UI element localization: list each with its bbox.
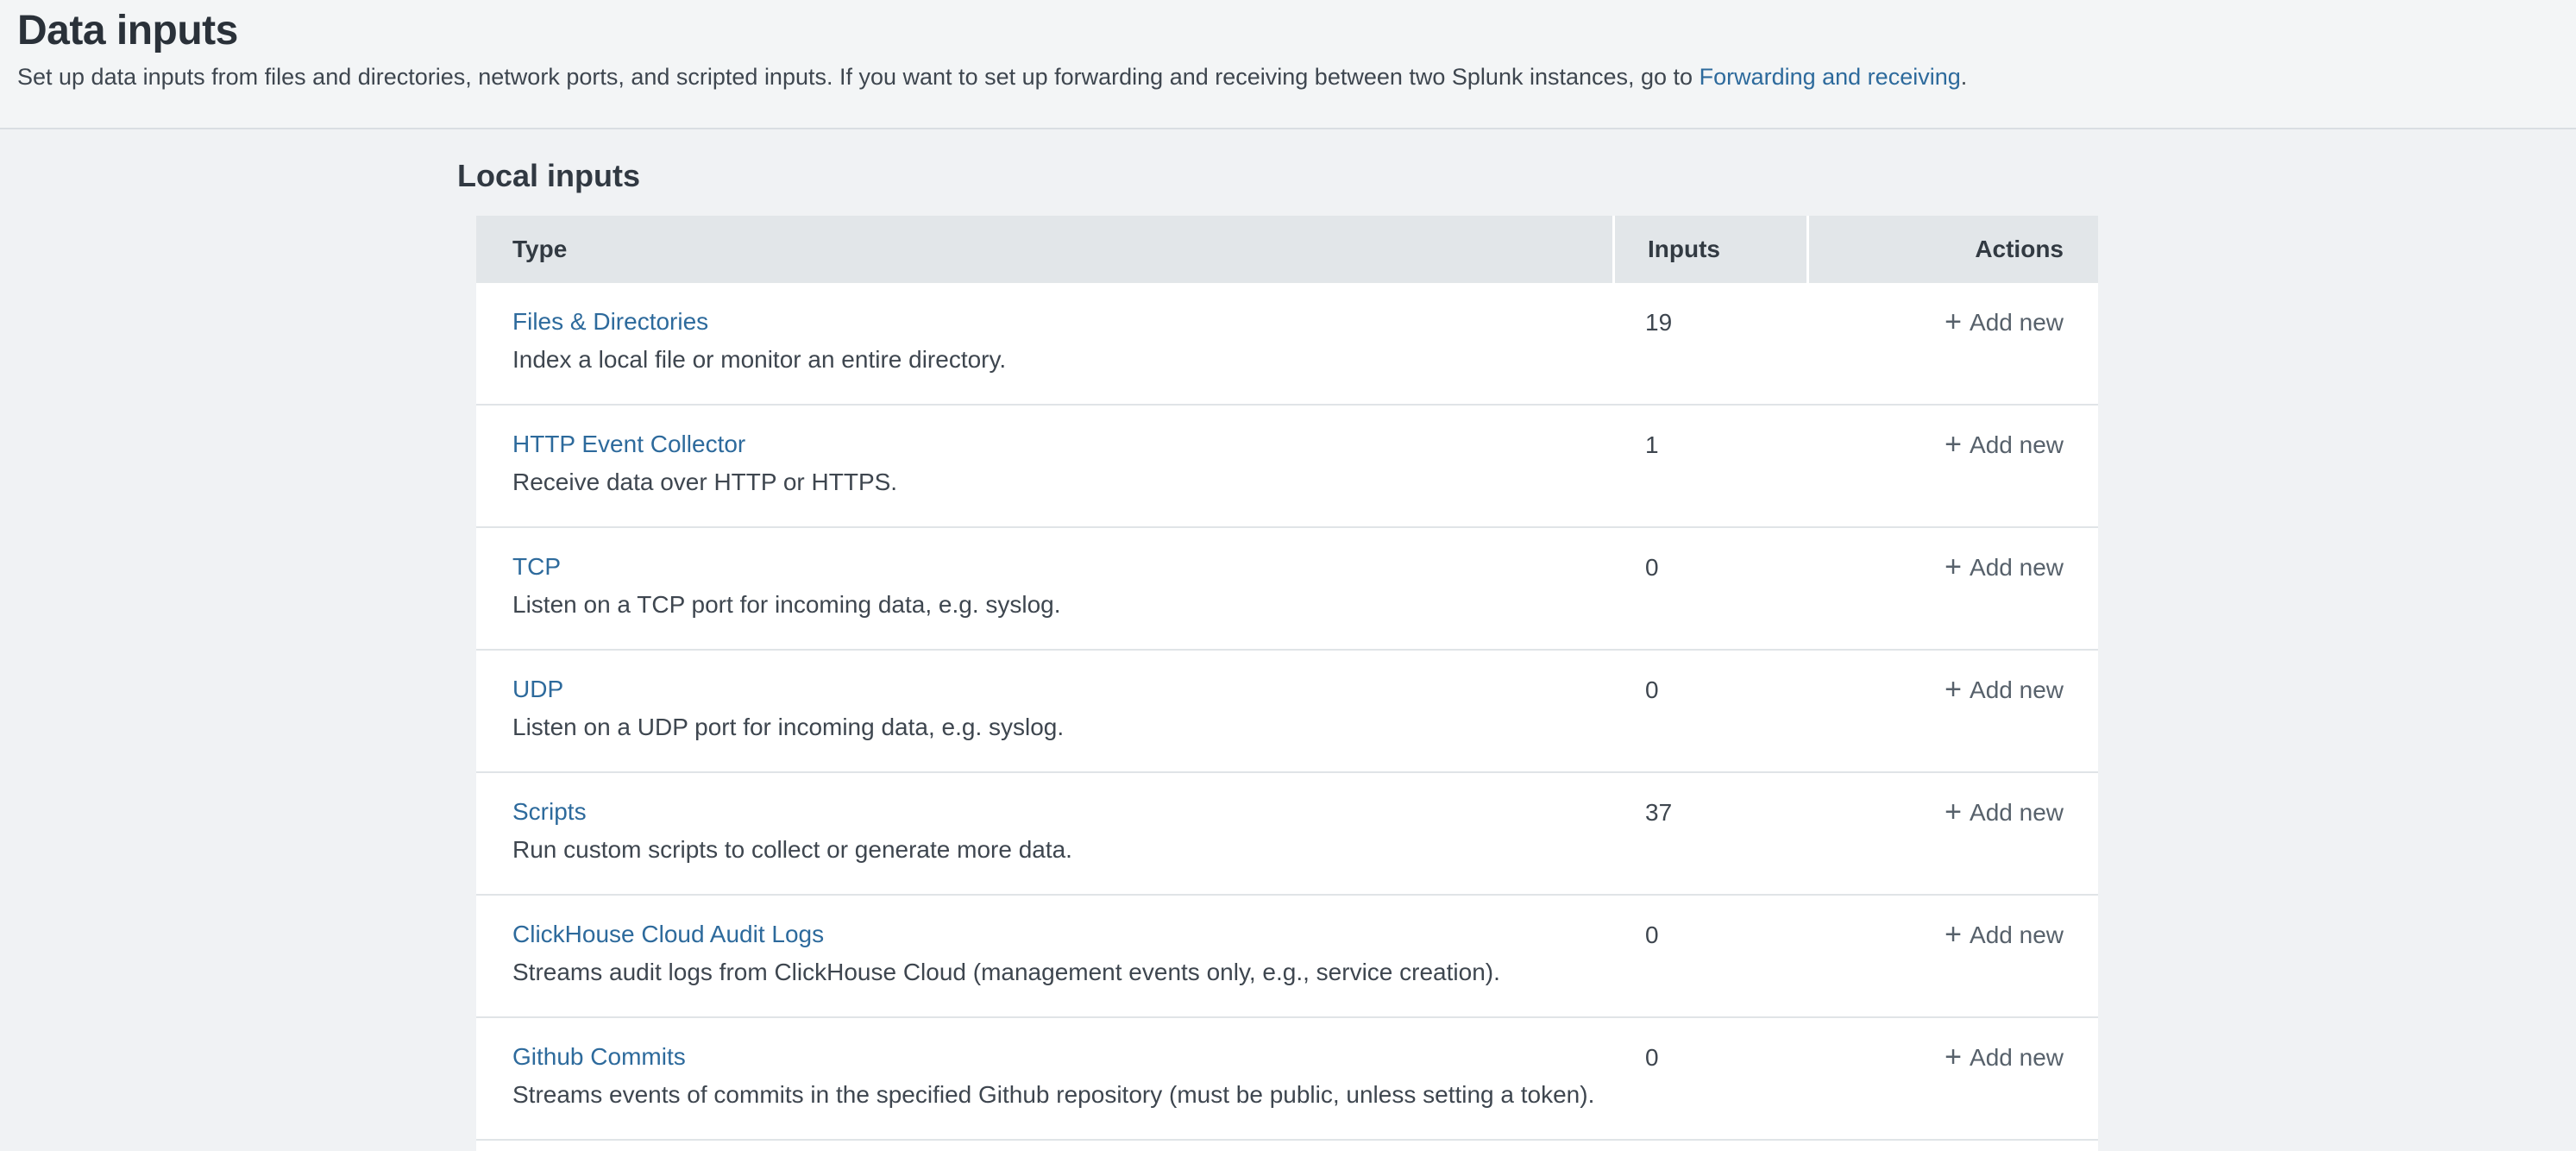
type-cell: HTTP Event Collector Receive data over H…	[476, 406, 1612, 526]
input-type-link[interactable]: UDP	[512, 676, 563, 702]
add-new-label: Add new	[1970, 921, 2064, 949]
table-row: TCP Listen on a TCP port for incoming da…	[476, 528, 2098, 651]
actions-cell: + Add new	[1809, 406, 2098, 526]
page-header: Data inputs Set up data inputs from file…	[0, 0, 2576, 129]
add-new-label: Add new	[1970, 676, 2064, 704]
add-new-label: Add new	[1970, 799, 2064, 827]
actions-cell: + Add new	[1809, 1018, 2098, 1139]
add-new-label: Add new	[1970, 554, 2064, 582]
page-subtitle-text: Set up data inputs from files and direct…	[17, 64, 1700, 90]
actions-cell: + Add new	[1809, 283, 2098, 404]
column-header-type: Type	[476, 216, 1612, 283]
page-subtitle: Set up data inputs from files and direct…	[17, 62, 2541, 91]
input-type-link[interactable]: HTTP Event Collector	[512, 431, 745, 457]
input-type-description: Run custom scripts to collect or generat…	[512, 836, 1612, 864]
table-body: Files & Directories Index a local file o…	[476, 283, 2098, 1141]
plus-icon: +	[1945, 432, 1962, 456]
type-cell: UDP Listen on a UDP port for incoming da…	[476, 651, 1612, 771]
add-new-link[interactable]: + Add new	[1945, 1044, 2064, 1072]
inputs-count: 1	[1612, 406, 1809, 526]
input-type-description: Receive data over HTTP or HTTPS.	[512, 469, 1612, 496]
actions-cell: + Add new	[1809, 528, 2098, 649]
add-new-label: Add new	[1970, 1044, 2064, 1072]
type-cell: Github Commits Streams events of commits…	[476, 1018, 1612, 1139]
actions-cell: + Add new	[1809, 651, 2098, 771]
plus-icon: +	[1945, 677, 1962, 701]
actions-cell: + Add new	[1809, 773, 2098, 894]
plus-icon: +	[1945, 922, 1962, 947]
input-type-description: Streams events of commits in the specifi…	[512, 1081, 1612, 1109]
type-cell: Scripts Run custom scripts to collect or…	[476, 773, 1612, 894]
table-row: ClickHouse Cloud Audit Logs Streams audi…	[476, 896, 2098, 1018]
page-subtitle-period: .	[1961, 64, 1968, 90]
page-title: Data inputs	[17, 7, 2541, 55]
inputs-count: 0	[1612, 1018, 1809, 1139]
table-row: Github Commits Streams events of commits…	[476, 1018, 2098, 1141]
input-type-description: Listen on a TCP port for incoming data, …	[512, 591, 1612, 619]
add-new-link[interactable]: + Add new	[1945, 554, 2064, 582]
inputs-count: 0	[1612, 896, 1809, 1016]
inputs-count: 0	[1612, 528, 1809, 649]
input-type-description: Listen on a UDP port for incoming data, …	[512, 714, 1612, 741]
type-cell: TCP Listen on a TCP port for incoming da…	[476, 528, 1612, 649]
actions-cell: + Add new	[1809, 896, 2098, 1016]
local-inputs-table: Type Inputs Actions Files & Directories …	[476, 216, 2098, 1151]
add-new-label: Add new	[1970, 309, 2064, 336]
plus-icon: +	[1945, 310, 1962, 334]
plus-icon: +	[1945, 800, 1962, 824]
inputs-count: 0	[1612, 651, 1809, 771]
add-new-link[interactable]: + Add new	[1945, 676, 2064, 704]
table-row: UDP Listen on a UDP port for incoming da…	[476, 651, 2098, 773]
input-type-description: Streams audit logs from ClickHouse Cloud…	[512, 959, 1612, 986]
table-row: Scripts Run custom scripts to collect or…	[476, 773, 2098, 896]
type-cell: Files & Directories Index a local file o…	[476, 283, 1612, 404]
plus-icon: +	[1945, 555, 1962, 579]
input-type-link[interactable]: ClickHouse Cloud Audit Logs	[512, 921, 824, 947]
inputs-count: 19	[1612, 283, 1809, 404]
table-header-row: Type Inputs Actions	[476, 216, 2098, 283]
add-new-label: Add new	[1970, 431, 2064, 459]
add-new-link[interactable]: + Add new	[1945, 921, 2064, 949]
input-type-link[interactable]: TCP	[512, 554, 561, 580]
column-header-inputs: Inputs	[1612, 216, 1806, 283]
table-row: Files & Directories Index a local file o…	[476, 283, 2098, 406]
input-type-link[interactable]: Scripts	[512, 799, 587, 825]
input-type-description: Index a local file or monitor an entire …	[512, 346, 1612, 374]
table-next-row-cutoff	[476, 1141, 2098, 1151]
type-cell: ClickHouse Cloud Audit Logs Streams audi…	[476, 896, 1612, 1016]
inputs-count: 37	[1612, 773, 1809, 894]
input-type-link[interactable]: Github Commits	[512, 1044, 686, 1070]
add-new-link[interactable]: + Add new	[1945, 799, 2064, 827]
plus-icon: +	[1945, 1045, 1962, 1069]
add-new-link[interactable]: + Add new	[1945, 431, 2064, 459]
column-header-actions: Actions	[1806, 216, 2098, 283]
table-row: HTTP Event Collector Receive data over H…	[476, 406, 2098, 528]
forwarding-and-receiving-link[interactable]: Forwarding and receiving	[1700, 64, 1961, 90]
local-inputs-heading: Local inputs	[457, 159, 2576, 193]
add-new-link[interactable]: + Add new	[1945, 309, 2064, 336]
input-type-link[interactable]: Files & Directories	[512, 309, 708, 335]
